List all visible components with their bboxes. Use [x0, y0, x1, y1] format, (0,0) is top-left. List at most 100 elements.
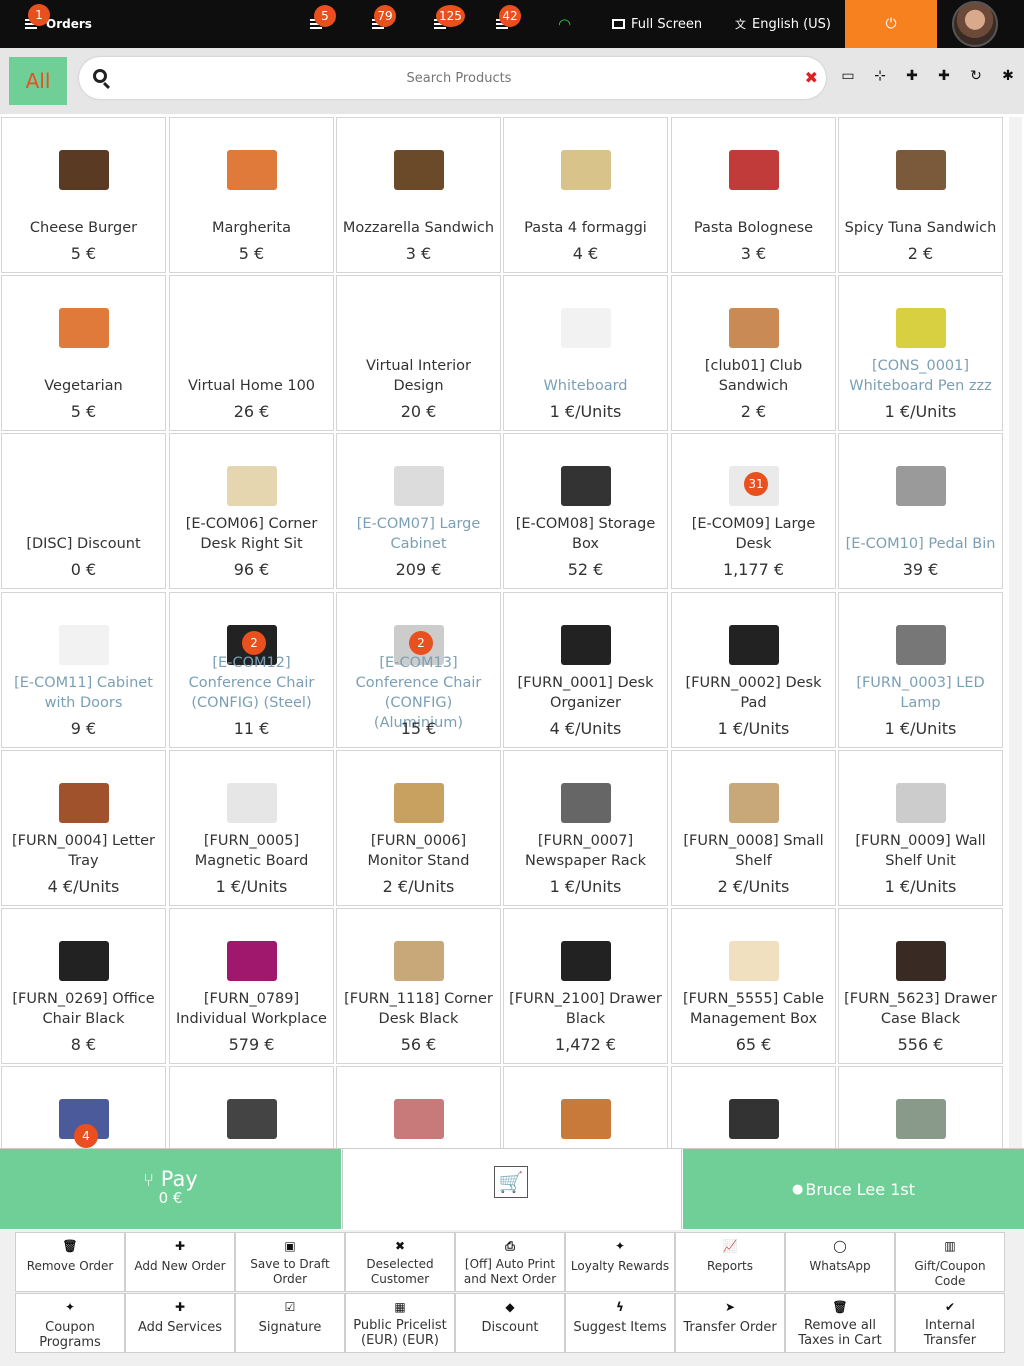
product-card[interactable]: [E-COM13] Conference Chair (CONFIG) (Alu…	[336, 592, 501, 748]
product-price: 1 €/Units	[884, 877, 957, 896]
product-card[interactable]: [FURN_0789] Individual Workplace 579 €	[169, 908, 334, 1064]
product-image	[560, 150, 611, 190]
laptop-icon[interactable]: ▭	[840, 68, 856, 84]
product-name: [CONS_0001] Whiteboard Pen zzz	[849, 358, 992, 394]
gear-icon[interactable]: ✱	[1000, 68, 1016, 84]
action-label: Remove Order	[26, 1259, 114, 1273]
product-card[interactable]: [FURN_0004] Letter Tray 4 €/Units	[1, 750, 166, 906]
product-card[interactable]: [E-COM12] Conference Chair (CONFIG) (Ste…	[169, 592, 334, 748]
product-card[interactable]: Margherita 5 €	[169, 117, 334, 273]
product-card[interactable]: [E-COM10] Pedal Bin 39 €	[838, 433, 1003, 589]
action-button-signature[interactable]: ☑ Signature	[235, 1293, 345, 1353]
product-card[interactable]: [E-COM07] Large Cabinet 209 €	[336, 433, 501, 589]
product-card[interactable]: [E-COM08] Storage Box 52 €	[503, 433, 668, 589]
all-categories-button[interactable]: All	[9, 57, 67, 105]
add-icon[interactable]: ✚	[904, 68, 920, 84]
avatar[interactable]	[952, 1, 998, 47]
search-input[interactable]	[119, 57, 799, 99]
product-image	[895, 308, 946, 348]
product-card[interactable]: Mozzarella Sandwich 3 €	[336, 117, 501, 273]
action-button-add-new-order[interactable]: ✚ Add New Order	[125, 1232, 235, 1292]
customer-button[interactable]: ● Bruce Lee 1st	[683, 1149, 1024, 1229]
product-card[interactable]: Virtual Interior Design 20 €	[336, 275, 501, 431]
product-card[interactable]: [FURN_2100] Drawer Black 1,472 €	[503, 908, 668, 1064]
notifications-button-1[interactable]: 5	[310, 0, 336, 48]
search-box: ✖	[79, 57, 826, 99]
product-image	[393, 150, 444, 190]
product-card[interactable]: [club01] Club Sandwich 2 €	[671, 275, 836, 431]
product-card[interactable]: 4	[1, 1066, 166, 1148]
product-card[interactable]	[503, 1066, 668, 1148]
action-button-remove-order[interactable]: 🗑 Remove Order	[15, 1232, 125, 1292]
action-button-whatsapp[interactable]: ◯ WhatsApp	[785, 1232, 895, 1292]
notifications-button-2[interactable]: 79	[372, 0, 396, 48]
action-label: Coupon Programs	[39, 1320, 101, 1350]
product-card[interactable]: [FURN_0003] LED Lamp 1 €/Units	[838, 592, 1003, 748]
search-row: All ✖	[0, 48, 1024, 114]
product-card[interactable]: [FURN_0007] Newspaper Rack 1 €/Units	[503, 750, 668, 906]
fullscreen-label: Full Screen	[631, 16, 703, 32]
product-name: [E-COM06] Corner Desk Right Sit	[185, 516, 318, 552]
product-card[interactable]: Cheese Burger 5 €	[1, 117, 166, 273]
product-card[interactable]: [CONS_0001] Whiteboard Pen zzz 1 €/Units	[838, 275, 1003, 431]
product-image	[58, 150, 109, 190]
orders-label: Orders	[46, 17, 92, 31]
product-card[interactable]: [FURN_0005] Magnetic Board 1 €/Units	[169, 750, 334, 906]
add-icon-2[interactable]: ✚	[936, 68, 952, 84]
product-price: 1,177 €	[722, 560, 785, 579]
product-card[interactable]: [FURN_0008] Small Shelf 2 €/Units	[671, 750, 836, 906]
product-card[interactable]: Whiteboard 1 €/Units	[503, 275, 668, 431]
action-button-remove-all-taxes-in-cart[interactable]: 🗑 Remove all Taxes in Cart	[785, 1293, 895, 1353]
action-button-discount[interactable]: ◆ Discount	[455, 1293, 565, 1353]
product-card[interactable]	[336, 1066, 501, 1148]
action-button-gift-coupon-code[interactable]: ▥ Gift/Coupon Code	[895, 1232, 1005, 1292]
product-card[interactable]	[169, 1066, 334, 1148]
product-card[interactable]: Pasta 4 formaggi 4 €	[503, 117, 668, 273]
product-card[interactable]	[671, 1066, 836, 1148]
product-card[interactable]: [DISC] Discount 0 €	[1, 433, 166, 589]
product-card[interactable]: [FURN_0009] Wall Shelf Unit 1 €/Units	[838, 750, 1003, 906]
action-button-internal-transfer[interactable]: ✔ Internal Transfer	[895, 1293, 1005, 1353]
clear-search-icon[interactable]: ✖	[805, 68, 818, 87]
product-card[interactable]: [E-COM11] Cabinet with Doors 9 €	[1, 592, 166, 748]
action-button-loyalty-rewards[interactable]: ✦ Loyalty Rewards	[565, 1232, 675, 1292]
product-card[interactable]: [FURN_0269] Office Chair Black 8 €	[1, 908, 166, 1064]
action-button-deselected-customer[interactable]: ✖ Deselected Customer	[345, 1232, 455, 1292]
product-card[interactable]: Pasta Bolognese 3 €	[671, 117, 836, 273]
product-card[interactable]: [FURN_0002] Desk Pad 1 €/Units	[671, 592, 836, 748]
notifications-button-3[interactable]: 125	[434, 0, 465, 48]
product-card[interactable]: Virtual Home 100 26 €	[169, 275, 334, 431]
fullscreen-button[interactable]: Full Screen	[612, 0, 702, 48]
language-button[interactable]: 文 English (US)	[735, 0, 831, 48]
product-price: 11 €	[233, 719, 270, 738]
action-button-suggest-items[interactable]: ϟ Suggest Items	[565, 1293, 675, 1353]
pay-button[interactable]: ⑂ Pay 0 €	[0, 1149, 341, 1229]
cart-button[interactable]: 🛒	[342, 1149, 682, 1229]
action-button-coupon-programs[interactable]: ✦ Coupon Programs	[15, 1293, 125, 1353]
product-price: 5 €	[70, 402, 97, 421]
product-card[interactable]: [E-COM09] Large Desk 1,177 € 31	[671, 433, 836, 589]
product-card[interactable]: [FURN_5555] Cable Management Box 65 €	[671, 908, 836, 1064]
action-button-add-services[interactable]: ✚ Add Services	[125, 1293, 235, 1353]
action-button-public-pricelist-eur-eur[interactable]: ▦ Public Pricelist (EUR) (EUR)	[345, 1293, 455, 1353]
product-card[interactable]: [FURN_5623] Drawer Case Black 556 €	[838, 908, 1003, 1064]
action-button-transfer-order[interactable]: ➤ Transfer Order	[675, 1293, 785, 1353]
action-button-reports[interactable]: 📈 Reports	[675, 1232, 785, 1292]
action-button-save-to-draft-order[interactable]: ▣ Save to Draft Order	[235, 1232, 345, 1292]
refresh-icon[interactable]: ↻	[968, 68, 984, 84]
product-card[interactable]: [FURN_1118] Corner Desk Black 56 €	[336, 908, 501, 1064]
product-card[interactable]: Vegetarian 5 €	[1, 275, 166, 431]
product-card[interactable]	[838, 1066, 1003, 1148]
product-card[interactable]: [FURN_0001] Desk Organizer 4 €/Units	[503, 592, 668, 748]
product-card[interactable]: [E-COM06] Corner Desk Right Sit 96 €	[169, 433, 334, 589]
sitemap-icon[interactable]: ⊹	[872, 68, 888, 84]
product-name: [FURN_0004] Letter Tray	[12, 833, 155, 869]
product-card[interactable]: [FURN_0006] Monitor Stand 2 €/Units	[336, 750, 501, 906]
action-button-off-auto-print-and-next-order[interactable]: ⎙ [Off] Auto Print and Next Order	[455, 1232, 565, 1292]
grid-scrollbar[interactable]	[1009, 117, 1022, 1148]
notifications-button-4[interactable]: 42	[496, 0, 521, 48]
power-button[interactable]: ⏻	[845, 0, 937, 48]
product-card[interactable]: Spicy Tuna Sandwich 2 €	[838, 117, 1003, 273]
orders-button[interactable]: Orders 1	[25, 0, 92, 48]
product-price: 9 €	[70, 719, 97, 738]
